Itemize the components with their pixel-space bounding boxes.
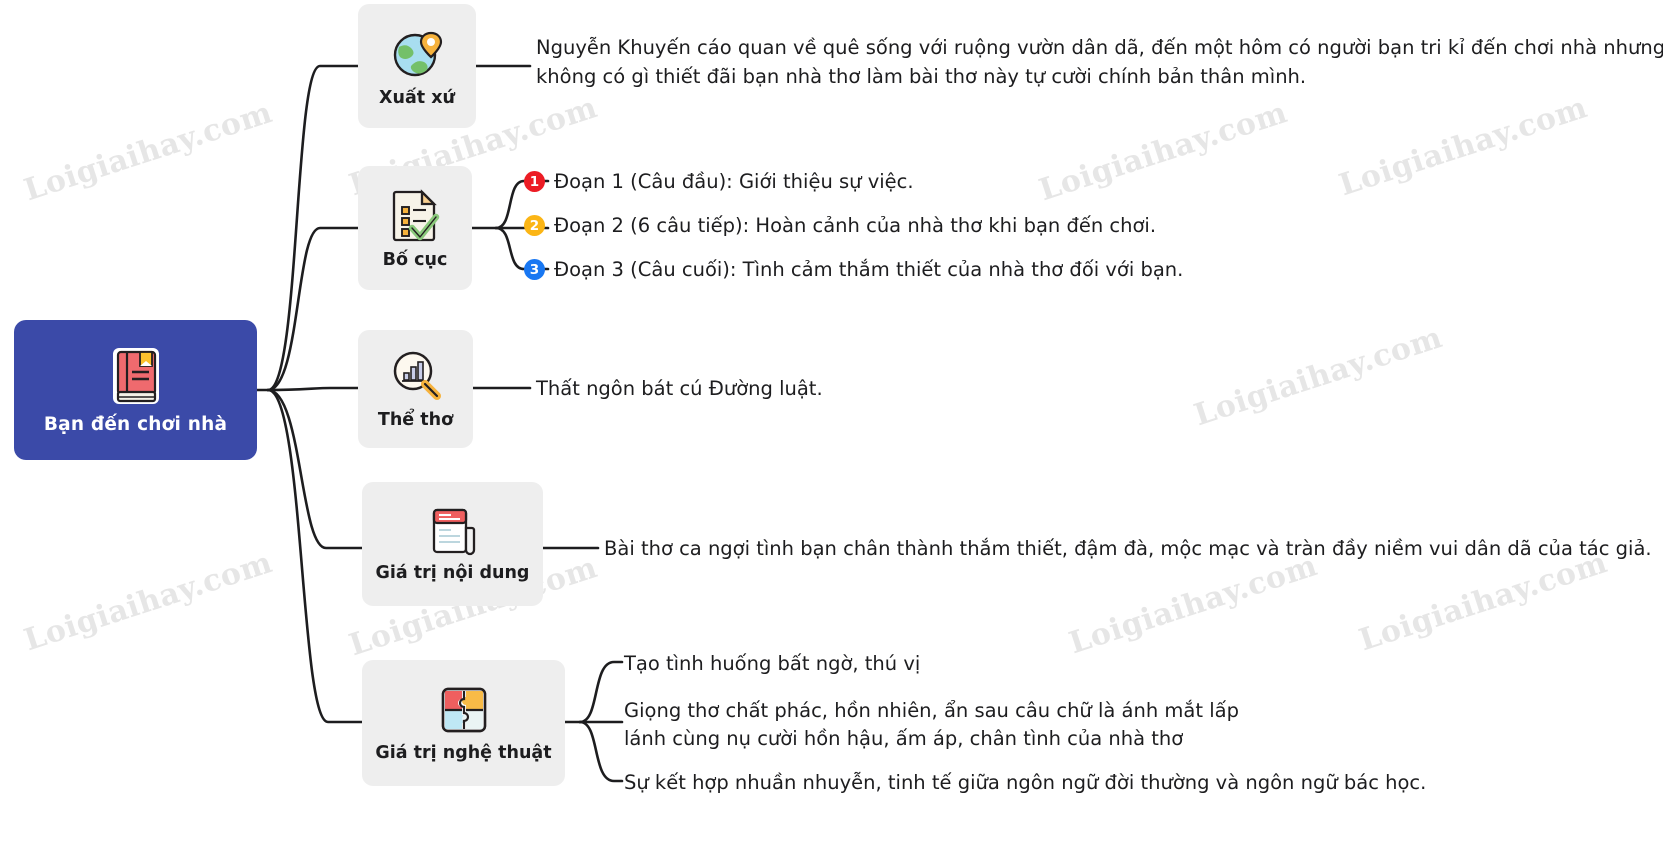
watermark: Loigiaihay.com [1065,548,1322,662]
leaf-gia-tri-noi-dung-0: Bài thơ ca ngợi tình bạn chân thành thắm… [604,537,1652,560]
root-node-label: Bạn đến chơi nhà [43,413,228,435]
root-node[interactable]: Bạn đến chơi nhà [14,320,257,460]
badge-number-3: 3 [524,259,545,280]
badge-number-2: 2 [524,215,545,236]
leaf-gia-tri-nghe-thuat-2: Sự kết hợp nhuần nhuyễn, tinh tế giữa ng… [624,771,1427,794]
leaf-xuat-xu-0: Nguyễn Khuyến cáo quan về quê sống với r… [536,36,1663,88]
branch-label-the-tho: Thể thơ [377,409,454,430]
puzzle-pieces-icon [438,684,490,736]
newspaper-icon [426,506,480,556]
branch-label-gia-tri-nghe-thuat: Giá trị nghệ thuật [375,742,552,763]
leaf-gia-tri-nghe-thuat-0: Tạo tình huống bất ngờ, thú vị [624,652,921,675]
leaf-bo-cuc-2: 3 Đoạn 3 (Câu cuối): Tình cảm thắm thiết… [524,256,1183,283]
red-book-icon [109,346,163,406]
leaf-text: Đoạn 2 (6 câu tiếp): Hoàn cảnh của nhà t… [554,214,1157,237]
leaf-the-tho-0: Thất ngôn bát cú Đường luật. [536,377,823,400]
leaf-text: Đoạn 3 (Câu cuối): Tình cảm thắm thiết c… [554,258,1184,281]
badge-number-1: 1 [524,171,545,192]
watermark: Loigiaihay.com [20,545,277,659]
watermark: Loigiaihay.com [20,95,277,209]
watermark: Loigiaihay.com [1035,95,1292,209]
branch-label-xuat-xu: Xuất xứ [379,87,455,108]
branch-label-gia-tri-noi-dung: Giá trị nội dung [375,562,530,583]
mindmap-canvas: Loigiaihay.com Loigiaihay.com Loigiaihay… [0,0,1663,850]
watermark: Loigiaihay.com [1335,90,1592,204]
branch-node-the-tho[interactable]: Thể thơ [358,330,473,448]
branch-node-gia-tri-nghe-thuat[interactable]: Giá trị nghệ thuật [362,660,565,786]
magnifier-bar-chart-icon [389,349,443,403]
checklist-document-icon [388,187,442,243]
leaf-bo-cuc-0: 1 Đoạn 1 (Câu đầu): Giới thiệu sự việc. [524,168,914,195]
watermark: Loigiaihay.com [1190,320,1447,434]
branch-node-gia-tri-noi-dung[interactable]: Giá trị nội dung [362,482,543,606]
leaf-bo-cuc-1: 2 Đoạn 2 (6 câu tiếp): Hoàn cảnh của nhà… [524,212,1156,239]
leaf-gia-tri-nghe-thuat-1: Giọng thơ chất phác, hồn nhiên, ẩn sau c… [624,699,1239,750]
leaf-text: Đoạn 1 (Câu đầu): Giới thiệu sự việc. [554,170,914,193]
branch-node-bo-cuc[interactable]: Bố cục [358,166,472,290]
branch-label-bo-cuc: Bố cục [382,249,448,270]
globe-location-pin-icon [389,25,445,81]
branch-node-xuat-xu[interactable]: Xuất xứ [358,4,476,128]
